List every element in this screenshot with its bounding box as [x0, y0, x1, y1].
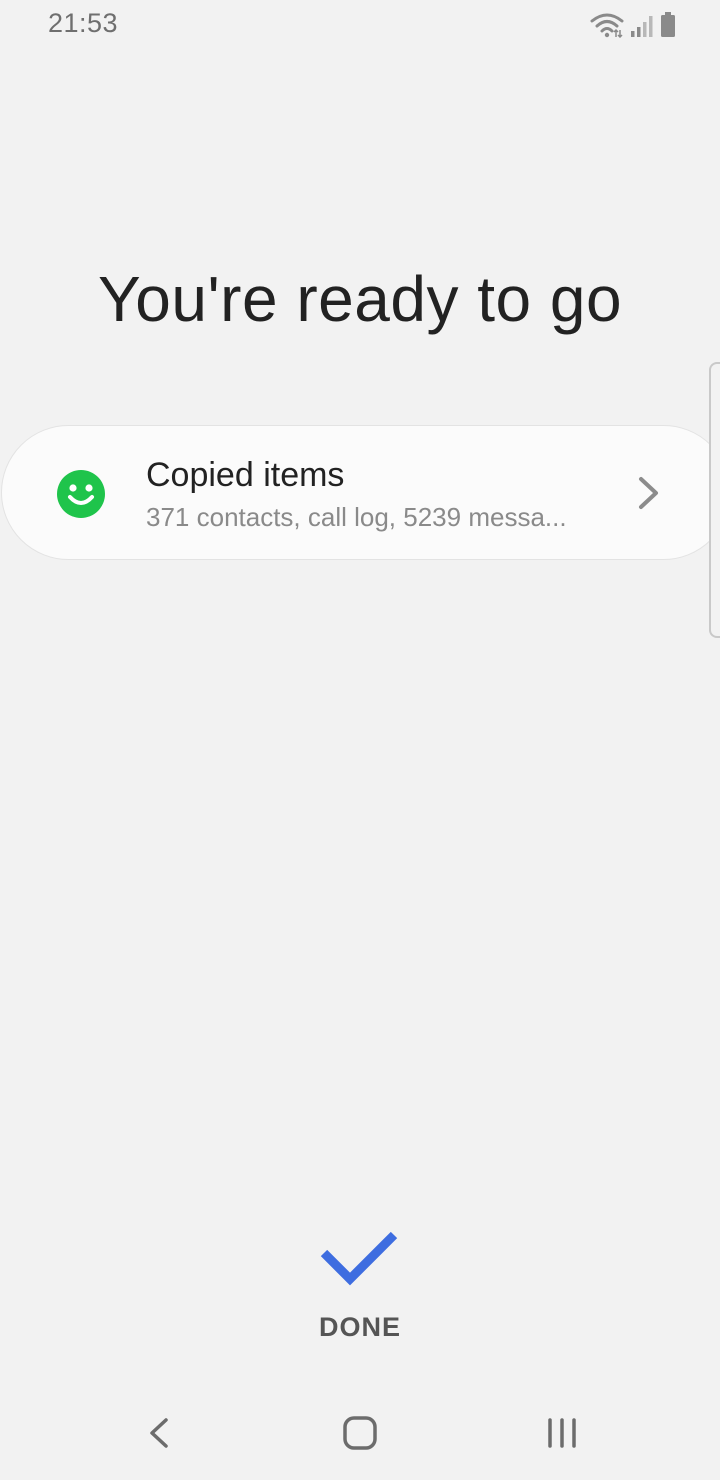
- smiley-icon: [56, 469, 106, 519]
- battery-icon: [660, 12, 676, 38]
- signal-icon: [630, 14, 654, 38]
- scroll-indicator[interactable]: [709, 362, 720, 638]
- status-bar: 21:53: [0, 0, 720, 48]
- chevron-right-icon[interactable]: [634, 474, 664, 512]
- wifi-icon: [590, 12, 624, 38]
- done-label: DONE: [318, 1312, 401, 1342]
- screen: 21:53 You're ready to go Copied items 37…: [0, 0, 720, 1480]
- home-icon[interactable]: [330, 1408, 390, 1458]
- back-icon[interactable]: [130, 1408, 190, 1458]
- card-title: Copied items: [146, 456, 345, 494]
- done-button[interactable]: DONE: [290, 1215, 430, 1355]
- navigation-bar: [0, 1388, 720, 1480]
- card-subtitle: 371 contacts, call log, 5239 messa...: [146, 502, 567, 532]
- status-icons: [590, 10, 676, 38]
- status-time: 21:53: [48, 8, 119, 38]
- copied-items-card[interactable]: Copied items 371 contacts, call log, 523…: [1, 425, 720, 560]
- checkmark-icon: [320, 1223, 400, 1289]
- page-title: You're ready to go: [97, 263, 623, 335]
- recents-icon[interactable]: [532, 1408, 592, 1458]
